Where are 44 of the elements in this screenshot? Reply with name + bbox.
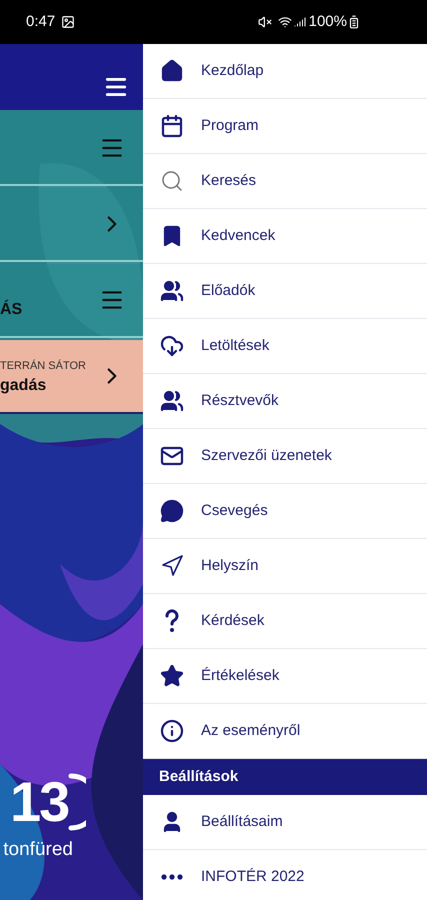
drawer-item[interactable]: Szervezői üzenetek — [143, 429, 427, 484]
status-time: 0:47 — [26, 12, 56, 32]
drawer-item[interactable]: Program — [143, 99, 427, 154]
image-icon — [61, 15, 76, 29]
calendar-icon — [160, 114, 184, 138]
card-title: gadás — [0, 376, 48, 396]
drawer-item[interactable]: Keresés — [143, 154, 427, 209]
card-subtitle: TERRÁN SÁTOR — [0, 358, 86, 374]
people-icon — [160, 389, 184, 413]
logo-place: tonfüred — [3, 838, 73, 862]
card-title: ÁS — [0, 298, 22, 320]
drawer-item[interactable]: Kedvencek — [143, 209, 427, 264]
drawer-item[interactable]: Kezdőlap — [143, 44, 427, 99]
drawer-item[interactable]: Résztvevők — [143, 374, 427, 429]
drawer-item[interactable]: Csevegés — [143, 484, 427, 539]
arc-icon — [68, 772, 86, 832]
drawer-item[interactable]: INFOTÉR 2022 — [143, 850, 427, 900]
wifi-icon — [278, 15, 292, 29]
search-icon — [160, 169, 184, 193]
mail-icon — [160, 444, 184, 468]
drawer-item[interactable]: Kérdések — [143, 594, 427, 649]
event-card[interactable]: TERRÁN SÁTOR gadás — [0, 340, 143, 414]
drawer-item[interactable]: Beállításaim — [143, 795, 427, 850]
battery-level: 100% — [308, 12, 347, 32]
drawer-item[interactable]: Előadók — [143, 264, 427, 319]
home-icon — [160, 59, 184, 83]
chat-icon — [160, 499, 184, 523]
battery-icon — [347, 15, 361, 29]
event-card[interactable] — [0, 112, 143, 186]
section-header: Beállítások — [143, 759, 427, 795]
logo-mark: 13 — [10, 774, 68, 830]
question-icon — [164, 609, 180, 633]
people-icon — [160, 279, 184, 303]
event-card[interactable] — [0, 188, 143, 262]
mute-icon — [258, 15, 272, 29]
event-card[interactable]: ÁS — [0, 264, 143, 338]
info-icon — [160, 719, 184, 743]
drawer-item[interactable]: Helyszín — [143, 539, 427, 594]
star-icon — [160, 664, 184, 688]
navigation-icon — [160, 554, 184, 578]
more-icon — [161, 874, 183, 880]
drawer-item[interactable]: Letöltések — [143, 319, 427, 374]
cloud-download-icon — [160, 334, 184, 358]
drawer-item[interactable]: Értékelések — [143, 649, 427, 704]
